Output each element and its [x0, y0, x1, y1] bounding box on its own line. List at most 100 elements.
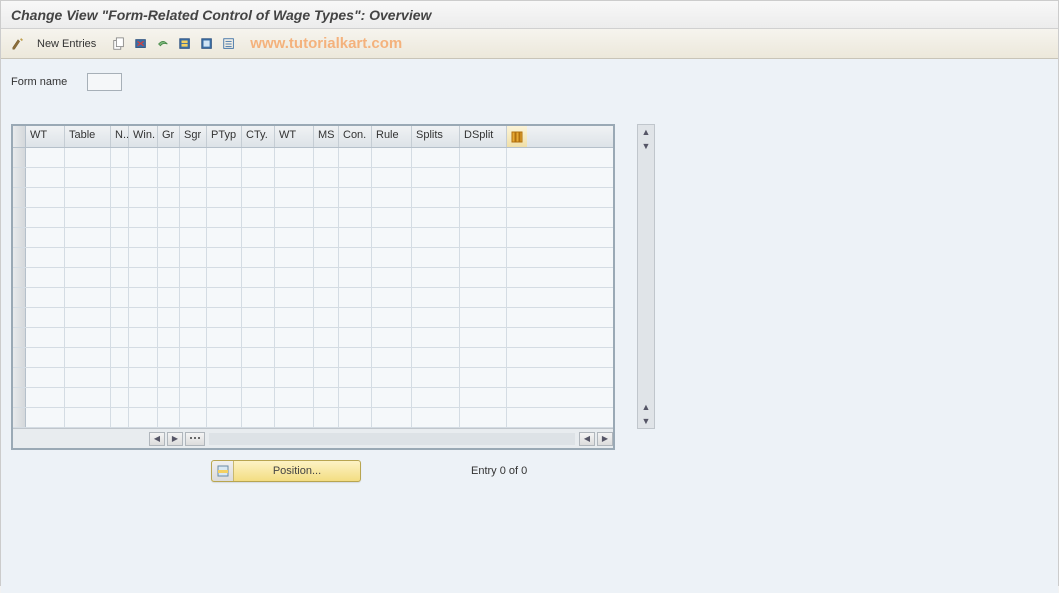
grid-cell[interactable] — [158, 188, 180, 207]
grid-cell[interactable] — [339, 368, 372, 387]
grid-cell[interactable] — [111, 388, 129, 407]
grid-cell[interactable] — [314, 288, 339, 307]
col-header-gr[interactable]: Gr — [158, 126, 180, 147]
grid-cell[interactable] — [275, 368, 314, 387]
grid-cell[interactable] — [111, 208, 129, 227]
row-selector[interactable] — [13, 308, 26, 327]
grid-cell[interactable] — [129, 348, 158, 367]
grid-cell[interactable] — [275, 328, 314, 347]
grid-cell[interactable] — [314, 148, 339, 167]
grid-cell[interactable] — [26, 368, 65, 387]
grid-cell[interactable] — [412, 288, 460, 307]
grid-cell[interactable] — [111, 408, 129, 427]
table-row[interactable] — [13, 208, 613, 228]
grid-cell[interactable] — [372, 228, 412, 247]
select-all-rows[interactable] — [13, 126, 26, 147]
grid-cell[interactable] — [339, 308, 372, 327]
grid-cell[interactable] — [129, 148, 158, 167]
copy-icon[interactable] — [110, 35, 128, 53]
grid-cell[interactable] — [65, 188, 111, 207]
grid-cell[interactable] — [275, 388, 314, 407]
grid-cell[interactable] — [242, 188, 275, 207]
grid-cell[interactable] — [180, 328, 207, 347]
grid-cell[interactable] — [460, 288, 507, 307]
table-row[interactable] — [13, 228, 613, 248]
grid-cell[interactable] — [111, 188, 129, 207]
grid-cell[interactable] — [339, 288, 372, 307]
grid-cell[interactable] — [65, 228, 111, 247]
vertical-scrollbar[interactable]: ▲ ▼ ▲ ▼ — [637, 124, 655, 429]
form-name-input[interactable] — [87, 73, 122, 91]
deselect-all-icon[interactable] — [220, 35, 238, 53]
grid-cell[interactable] — [275, 348, 314, 367]
grid-cell[interactable] — [314, 388, 339, 407]
row-selector[interactable] — [13, 388, 26, 407]
grid-cell[interactable] — [314, 408, 339, 427]
grid-cell[interactable] — [26, 288, 65, 307]
grid-cell[interactable] — [314, 188, 339, 207]
grid-cell[interactable] — [65, 248, 111, 267]
grid-cell[interactable] — [314, 348, 339, 367]
grid-cell[interactable] — [129, 188, 158, 207]
hscroll-track[interactable] — [209, 433, 575, 445]
grid-cell[interactable] — [26, 328, 65, 347]
grid-cell[interactable] — [314, 308, 339, 327]
grid-cell[interactable] — [460, 368, 507, 387]
grid-cell[interactable] — [111, 168, 129, 187]
grid-cell[interactable] — [242, 288, 275, 307]
grid-cell[interactable] — [65, 268, 111, 287]
grid-cell[interactable] — [339, 268, 372, 287]
col-header-splits[interactable]: Splits — [412, 126, 460, 147]
grid-cell[interactable] — [111, 368, 129, 387]
grid-cell[interactable] — [207, 388, 242, 407]
new-entries-button[interactable]: New Entries — [31, 36, 102, 52]
grid-cell[interactable] — [158, 228, 180, 247]
grid-cell[interactable] — [412, 188, 460, 207]
grid-cell[interactable] — [158, 348, 180, 367]
grid-cell[interactable] — [158, 328, 180, 347]
col-header-table[interactable]: Table — [65, 126, 111, 147]
col-header-rule[interactable]: Rule — [372, 126, 412, 147]
grid-cell[interactable] — [372, 148, 412, 167]
grid-cell[interactable] — [314, 228, 339, 247]
grid-cell[interactable] — [158, 268, 180, 287]
grid-cell[interactable] — [207, 408, 242, 427]
row-selector[interactable] — [13, 288, 26, 307]
table-row[interactable] — [13, 168, 613, 188]
grid-cell[interactable] — [275, 268, 314, 287]
grid-cell[interactable] — [242, 208, 275, 227]
grid-cell[interactable] — [26, 208, 65, 227]
grid-cell[interactable] — [242, 388, 275, 407]
grid-cell[interactable] — [111, 308, 129, 327]
grid-cell[interactable] — [460, 188, 507, 207]
col-header-ms[interactable]: MS — [314, 126, 339, 147]
scroll-expand-icon[interactable] — [185, 432, 205, 446]
row-selector[interactable] — [13, 148, 26, 167]
grid-cell[interactable] — [180, 228, 207, 247]
grid-cell[interactable] — [412, 388, 460, 407]
grid-cell[interactable] — [314, 368, 339, 387]
grid-cell[interactable] — [180, 148, 207, 167]
position-button[interactable]: Position... — [211, 460, 361, 482]
grid-cell[interactable] — [460, 308, 507, 327]
grid-cell[interactable] — [158, 148, 180, 167]
grid-cell[interactable] — [26, 228, 65, 247]
grid-cell[interactable] — [65, 208, 111, 227]
grid-cell[interactable] — [275, 288, 314, 307]
grid-cell[interactable] — [65, 348, 111, 367]
grid-cell[interactable] — [242, 348, 275, 367]
undo-icon[interactable] — [154, 35, 172, 53]
grid-cell[interactable] — [339, 208, 372, 227]
col-header-win[interactable]: Win. — [129, 126, 158, 147]
table-row[interactable] — [13, 368, 613, 388]
grid-cell[interactable] — [242, 368, 275, 387]
grid-cell[interactable] — [207, 148, 242, 167]
grid-cell[interactable] — [129, 288, 158, 307]
grid-cell[interactable] — [65, 288, 111, 307]
grid-cell[interactable] — [65, 408, 111, 427]
grid-cell[interactable] — [26, 248, 65, 267]
grid-cell[interactable] — [242, 408, 275, 427]
grid-cell[interactable] — [207, 328, 242, 347]
grid-cell[interactable] — [412, 368, 460, 387]
table-row[interactable] — [13, 288, 613, 308]
